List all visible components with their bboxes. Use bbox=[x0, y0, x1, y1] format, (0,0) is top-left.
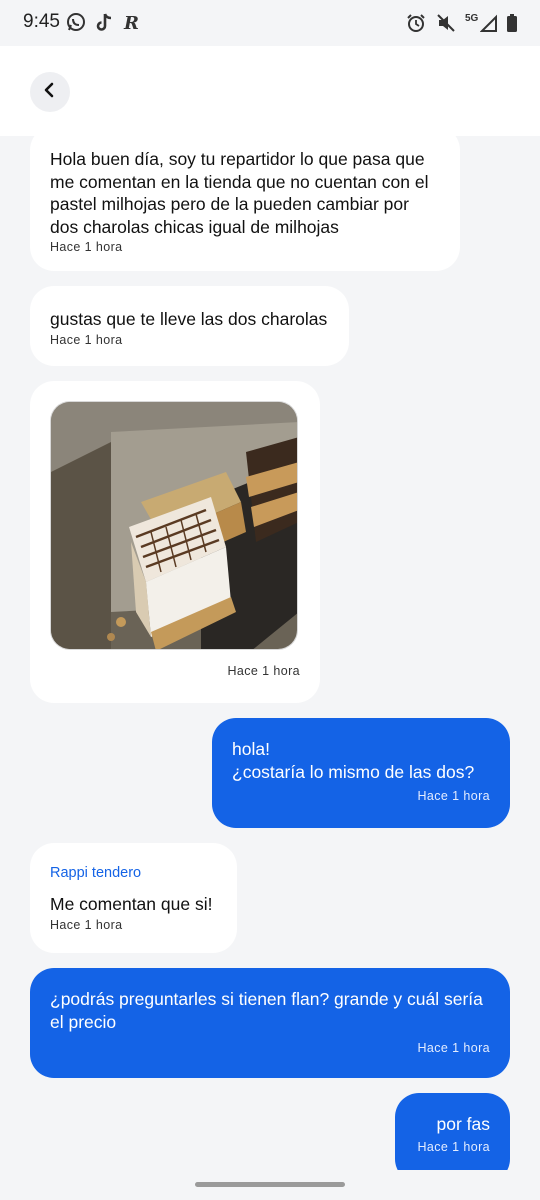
message-time: Hace 1 hora bbox=[417, 1041, 490, 1055]
mute-icon bbox=[436, 13, 456, 33]
sender-name: Rappi tendero bbox=[50, 865, 142, 881]
status-bar: 9:45 R 5G bbox=[0, 0, 540, 46]
outgoing-message: ¿podrás preguntarles si tienen flan? gra… bbox=[30, 968, 510, 1078]
svg-text:R: R bbox=[123, 13, 139, 32]
chevron-left-icon bbox=[42, 82, 58, 103]
message-text: Hola buen día, soy tu repartidor lo que … bbox=[50, 149, 429, 237]
message-time: Hace 1 hora bbox=[227, 664, 300, 678]
signal-icon bbox=[479, 13, 498, 33]
message-time: Hace 1 hora bbox=[417, 789, 490, 803]
message-text: hola! ¿costaría lo mismo de las dos? bbox=[232, 739, 475, 782]
outgoing-message: por fas Hace 1 hora bbox=[395, 1093, 510, 1170]
network-label: 5G bbox=[465, 13, 479, 24]
incoming-image-message: Hace 1 hora bbox=[30, 381, 320, 703]
back-button[interactable] bbox=[30, 72, 70, 112]
message-photo[interactable] bbox=[50, 401, 298, 650]
message-list[interactable]: Hola buen día, soy tu repartidor lo que … bbox=[0, 136, 540, 1170]
message-text: ¿podrás preguntarles si tienen flan? gra… bbox=[50, 989, 483, 1032]
message-text: por fas bbox=[436, 1114, 491, 1134]
whatsapp-icon bbox=[66, 12, 86, 32]
message-text: Me comentan que si! bbox=[50, 894, 213, 914]
message-time: Hace 1 hora bbox=[50, 240, 123, 254]
message-time: Hace 1 hora bbox=[417, 1139, 490, 1154]
tiktok-icon bbox=[94, 12, 114, 32]
message-time: Hace 1 hora bbox=[50, 332, 123, 347]
rappi-icon: R bbox=[122, 12, 142, 34]
incoming-message: gustas que te lleve las dos charolas Hac… bbox=[30, 286, 349, 366]
chat-screen: 9:45 R 5G Hola buen día, soy tu repartid… bbox=[0, 0, 540, 1200]
message-time: Hace 1 hora bbox=[50, 917, 123, 932]
outgoing-message: hola! ¿costaría lo mismo de las dos? Hac… bbox=[212, 718, 510, 828]
status-time: 9:45 bbox=[23, 11, 60, 32]
incoming-message: Rappi tendero Me comentan que si! Hace 1… bbox=[30, 843, 237, 953]
incoming-message: Hola buen día, soy tu repartidor lo que … bbox=[30, 136, 460, 271]
home-indicator[interactable] bbox=[195, 1182, 345, 1187]
message-text: gustas que te lleve las dos charolas bbox=[50, 309, 328, 329]
chat-header bbox=[0, 46, 540, 136]
alarm-icon bbox=[406, 13, 426, 33]
battery-icon bbox=[506, 13, 518, 33]
